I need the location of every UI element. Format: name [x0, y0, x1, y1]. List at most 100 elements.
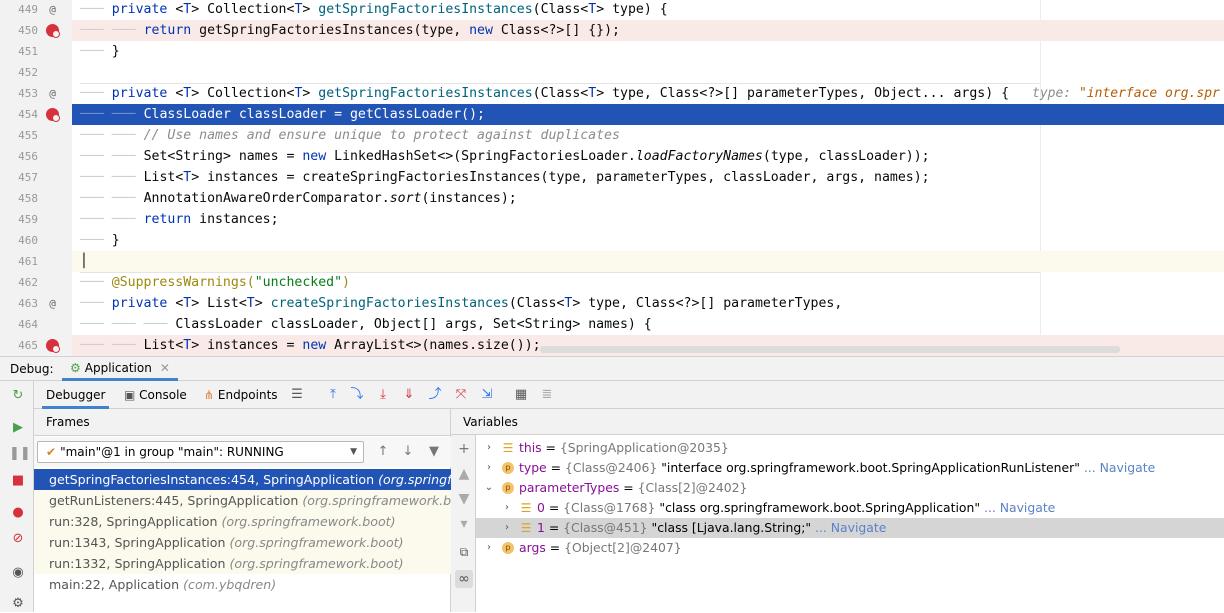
- force-step-into-icon[interactable]: ⇓: [400, 386, 418, 404]
- gutter[interactable]: 450: [0, 20, 72, 41]
- code-line-455[interactable]: 455 ─── ─── // Use names and ensure uniqu…: [0, 125, 1224, 146]
- code-line-450[interactable]: 450 ─── ─── return getSpringFactoriesInst…: [0, 20, 1224, 41]
- stack-frame[interactable]: getSpringFactoriesInstances:454, SpringA…: [34, 469, 451, 490]
- breakpoint-icon[interactable]: [46, 24, 60, 38]
- gutter[interactable]: 456: [0, 146, 72, 167]
- variable-row[interactable]: › ☰ 1 = {Class@451} "class [Ljava.lang.Str…: [476, 518, 1224, 538]
- stack-frame[interactable]: getRunListeners:445, SpringApplication (…: [34, 490, 451, 511]
- override-marker-icon[interactable]: @: [46, 3, 59, 16]
- resume-icon[interactable]: ▶: [9, 419, 27, 437]
- gutter[interactable]: 463 @: [0, 293, 72, 314]
- duplicate-watch-icon[interactable]: ▾: [455, 515, 473, 533]
- code-line-453[interactable]: 453 @ ─── private <T> Collection<T> getSpr…: [0, 83, 1224, 104]
- stack-frame[interactable]: run:1343, SpringApplication (org.springf…: [34, 532, 451, 553]
- view-breakpoints-icon[interactable]: ●: [9, 504, 27, 522]
- code-token: getSpringFactoriesInstances(type,: [199, 23, 470, 38]
- camera-icon[interactable]: ◉: [9, 564, 27, 582]
- copy-icon[interactable]: ⧉: [455, 543, 473, 561]
- stack-frame[interactable]: run:328, SpringApplication (org.springfr…: [34, 511, 451, 532]
- gutter[interactable]: 457: [0, 167, 72, 188]
- navigate-link[interactable]: ... Navigate: [811, 520, 886, 535]
- trace-icon[interactable]: ≣: [538, 386, 556, 404]
- chevron-right-icon[interactable]: ›: [502, 518, 512, 538]
- code-line-458[interactable]: 458 ─── ─── AnnotationAwareOrderComparato…: [0, 188, 1224, 209]
- move-down-icon[interactable]: ▼: [455, 490, 473, 508]
- run-to-cursor-icon[interactable]: ⇲: [478, 386, 496, 404]
- gutter[interactable]: 453 @: [0, 83, 72, 104]
- glasses-icon[interactable]: ∞: [455, 570, 473, 588]
- stack-frame[interactable]: run:1332, SpringApplication (org.springf…: [34, 553, 451, 574]
- code-line-463[interactable]: 463 @ ─── private <T> List<T> createSpring…: [0, 293, 1224, 314]
- gutter[interactable]: 455: [0, 125, 72, 146]
- gutter[interactable]: 460: [0, 230, 72, 251]
- gutter[interactable]: 458: [0, 188, 72, 209]
- code-line-449[interactable]: 449 @ ─── private <T> Collection<T> getSpr…: [0, 0, 1224, 20]
- code-line-462[interactable]: 462 ─── @SuppressWarnings("unchecked"): [0, 272, 1224, 293]
- code-line-459[interactable]: 459 ─── ─── return instances;: [0, 209, 1224, 230]
- code-token: loadFactoryNames: [635, 149, 763, 164]
- code-line-464[interactable]: 464 ─── ─── ─── ClassLoader classLoader, …: [0, 314, 1224, 335]
- arrow-up-icon[interactable]: ↑: [374, 443, 392, 461]
- code-line-461[interactable]: 461 │: [0, 251, 1224, 272]
- code-text: ─── }: [80, 230, 120, 251]
- gutter[interactable]: 459: [0, 209, 72, 230]
- layout-menu-icon[interactable]: ☰: [288, 386, 306, 404]
- gutter[interactable]: 465: [0, 335, 72, 356]
- tab-application[interactable]: ⚙ Application ✕: [62, 357, 178, 381]
- close-icon[interactable]: ✕: [160, 361, 170, 375]
- step-over-icon[interactable]: ⤵: [348, 386, 366, 404]
- code-line-454[interactable]: 454 ─── ─── ClassLoader classLoader = get…: [0, 104, 1224, 125]
- variable-equals: =: [544, 520, 564, 535]
- rerun-icon[interactable]: ↻: [9, 387, 27, 405]
- gutter[interactable]: 449 @: [0, 0, 72, 20]
- tab-console[interactable]: ▣ Console: [120, 381, 191, 409]
- chevron-right-icon[interactable]: ›: [484, 458, 494, 478]
- move-up-icon[interactable]: ▲: [455, 465, 473, 483]
- stack-frame[interactable]: main:22, Application (com.ybqdren): [34, 574, 451, 595]
- chevron-down-icon[interactable]: ⌄: [484, 478, 494, 498]
- settings-icon[interactable]: ⚙: [9, 595, 27, 613]
- code-line-460[interactable]: 460 ─── }: [0, 230, 1224, 251]
- code-line-456[interactable]: 456 ─── ─── Set<String> names = new Linke…: [0, 146, 1224, 167]
- gutter[interactable]: 464: [0, 314, 72, 335]
- override-marker-icon[interactable]: @: [46, 87, 59, 100]
- code-line-452[interactable]: 452: [0, 62, 1224, 83]
- override-marker-icon[interactable]: @: [46, 297, 59, 310]
- gutter[interactable]: 461: [0, 251, 72, 272]
- code-line-457[interactable]: 457 ─── ─── List<T> instances = createSpr…: [0, 167, 1224, 188]
- step-out-icon[interactable]: ⤴: [426, 386, 444, 404]
- navigate-link[interactable]: ... Navigate: [1080, 460, 1155, 475]
- field-icon: ☰: [502, 441, 514, 455]
- gutter[interactable]: 462: [0, 272, 72, 293]
- chevron-right-icon[interactable]: ›: [502, 498, 512, 518]
- pause-icon[interactable]: ❚❚: [9, 445, 31, 463]
- variable-row[interactable]: › p args = {Object[2]@2407}: [476, 538, 1224, 558]
- variable-row[interactable]: › p type = {Class@2406} "interface org.spr…: [476, 458, 1224, 478]
- navigate-link[interactable]: ... Navigate: [980, 500, 1055, 515]
- chevron-right-icon[interactable]: ›: [484, 538, 494, 558]
- chevron-right-icon[interactable]: ›: [484, 438, 494, 458]
- code-line-451[interactable]: 451 ─── }: [0, 41, 1224, 62]
- breakpoint-icon[interactable]: [46, 108, 60, 122]
- tab-endpoints[interactable]: ⋔ Endpoints: [200, 381, 282, 409]
- horizontal-scrollbar[interactable]: [540, 346, 1120, 353]
- code-editor[interactable]: 449 @ ─── private <T> Collection<T> getSpr…: [0, 0, 1224, 356]
- tab-debugger[interactable]: Debugger: [42, 381, 110, 409]
- variable-row[interactable]: › ☰ this = {SpringApplication@2035}: [476, 438, 1224, 458]
- evaluate-expression-icon[interactable]: ▦: [512, 386, 530, 404]
- filter-icon[interactable]: ▼: [425, 443, 443, 461]
- gutter[interactable]: 454: [0, 104, 72, 125]
- breakpoint-icon[interactable]: [46, 339, 60, 353]
- gutter[interactable]: 451: [0, 41, 72, 62]
- arrow-down-icon[interactable]: ↓: [399, 443, 417, 461]
- variable-row[interactable]: ⌄ p parameterTypes = {Class[2]@2402}: [476, 478, 1224, 498]
- variable-row[interactable]: › ☰ 0 = {Class@1768} "class org.springfram…: [476, 498, 1224, 518]
- mute-breakpoints-icon[interactable]: ⊘: [9, 530, 27, 548]
- thread-selector[interactable]: ✔ "main"@1 in group "main": RUNNING ▼: [37, 441, 364, 463]
- add-watch-icon[interactable]: +: [455, 440, 473, 458]
- drop-frame-icon[interactable]: ⤧: [452, 386, 470, 404]
- step-into-icon[interactable]: ⤓: [374, 386, 392, 404]
- show-execution-point-icon[interactable]: ⤒: [324, 386, 342, 404]
- stop-icon[interactable]: ■: [9, 472, 27, 490]
- gutter[interactable]: 452: [0, 62, 72, 83]
